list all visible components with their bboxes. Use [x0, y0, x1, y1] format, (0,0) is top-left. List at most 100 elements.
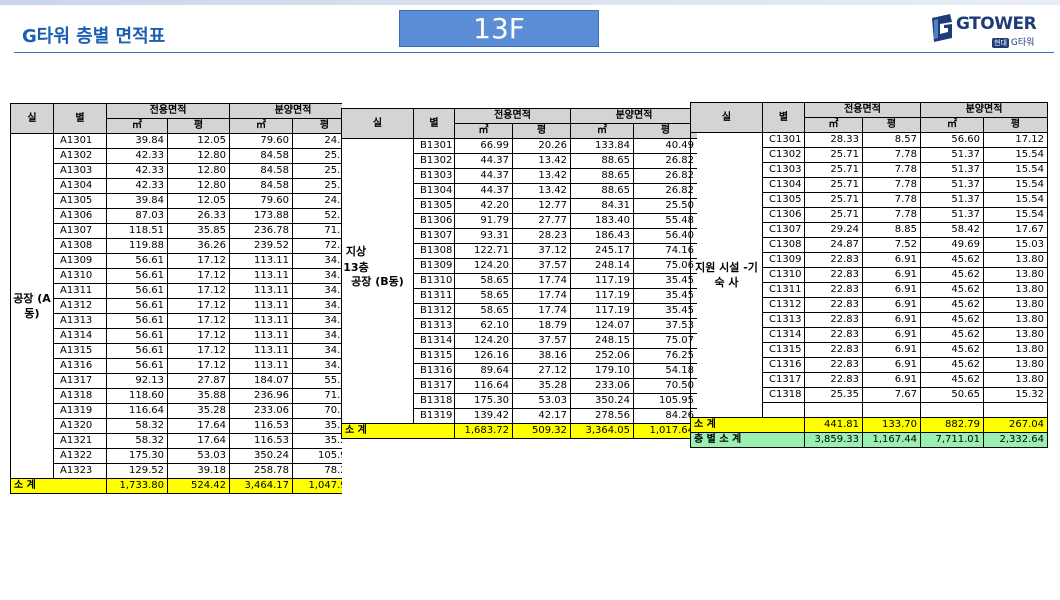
area-value-cell: 44.37: [454, 168, 513, 184]
area-value-cell: 113.11: [229, 253, 293, 269]
area-value-cell: 78.28: [292, 463, 342, 479]
subtotal-value: 1,047.96: [292, 478, 342, 494]
area-value-cell: 116.53: [229, 433, 293, 449]
area-value-cell: 24.87: [804, 237, 863, 253]
area-table-a-grid: 실 별 전용면적 분양면적 ㎡ 평 ㎡ 평 공장 (A동) A1301 39.84 12.05 79.6…: [10, 103, 342, 494]
area-value-cell: 39.18: [167, 463, 230, 479]
area-value-cell: 25.35: [804, 387, 863, 403]
area-value-cell: 12.05: [167, 133, 230, 149]
area-value-cell: 15.54: [983, 177, 1048, 193]
area-value-cell: 45.62: [920, 267, 984, 283]
area-table-b-grid: 실 별 전용면적 분양면적 ㎡ 평 ㎡ 평 공장 (B동) B1301 66.99 20.26 133.…: [341, 108, 697, 439]
area-value-cell: 45.62: [920, 342, 984, 358]
area-value-cell: 8.85: [862, 222, 921, 238]
unit-id-cell: A1309: [53, 253, 107, 269]
area-value-cell: 71.63: [292, 223, 342, 239]
header-row: 실 별 전용면적 분양면적: [690, 102, 1048, 133]
area-value-cell: 13.80: [983, 357, 1048, 373]
area-value-cell: 133.84: [570, 138, 634, 154]
area-value-cell: 45.62: [920, 252, 984, 268]
unit-id-cell: B1310: [413, 273, 455, 289]
area-value-cell: 124.07: [570, 318, 634, 334]
area-value-cell: 84.58: [229, 178, 293, 194]
area-value-cell: 25.59: [292, 163, 342, 179]
header-exclusive-area: 전용면적: [106, 103, 230, 119]
area-value-cell: 179.10: [570, 363, 634, 379]
unit-id-cell: C1317: [762, 372, 805, 388]
area-value-cell: 25.71: [804, 147, 863, 163]
area-value-cell: 122.71: [454, 243, 513, 259]
area-value-cell: 22.83: [804, 327, 863, 343]
area-value-cell: 117.19: [570, 273, 634, 289]
area-value-cell: 56.40: [633, 228, 697, 244]
area-value-cell: 37.53: [633, 318, 697, 334]
unit-id-cell: C1310: [762, 267, 805, 283]
unit-id-cell: C1301: [762, 132, 805, 148]
area-value-cell: 6.91: [862, 282, 921, 298]
area-value-cell: 6.91: [862, 327, 921, 343]
unit-id-cell: C1318: [762, 387, 805, 403]
subtotal-value: 133.70: [862, 417, 921, 433]
unit-id-cell: B1302: [413, 153, 455, 169]
table-row: A131056.6117.12113.1134.22: [11, 268, 342, 284]
area-value-cell: 13.80: [983, 327, 1048, 343]
area-value-cell: 45.62: [920, 282, 984, 298]
area-value-cell: 113.11: [229, 343, 293, 359]
subtotal-label: 소 계: [690, 417, 805, 433]
unit-id-cell: B1311: [413, 288, 455, 304]
unit-id-cell: C1307: [762, 222, 805, 238]
area-value-cell: 17.12: [983, 132, 1048, 148]
subtotal-label: 소 계: [341, 423, 455, 439]
area-value-cell: 56.61: [106, 268, 168, 284]
area-value-cell: 51.37: [920, 147, 984, 163]
area-value-cell: 29.24: [804, 222, 863, 238]
area-value-cell: 6.91: [862, 297, 921, 313]
area-table-c-grid: 실 별 전용면적 분양면적 ㎡ 평 ㎡ 평 지원 시설 -기숙 사 C1301 28.33 8.57 5…: [690, 102, 1048, 448]
header-row: 실 별 전용면적 분양면적: [10, 103, 342, 134]
area-value-cell: 22.83: [804, 297, 863, 313]
area-value-cell: 58.65: [454, 273, 513, 289]
table-row: A132158.3217.64116.5335.25: [11, 433, 342, 449]
area-value-cell: 15.54: [983, 192, 1048, 208]
unit-id-cell: A1318: [53, 388, 107, 404]
area-value-cell: 70.50: [633, 378, 697, 394]
table-row: A130687.0326.33173.8852.60: [11, 208, 342, 224]
area-value-cell: 7.78: [862, 147, 921, 163]
area-value-cell: 45.62: [920, 312, 984, 328]
area-value-cell: 7.78: [862, 207, 921, 223]
area-value-cell: 34.22: [292, 298, 342, 314]
area-value-cell: 248.14: [570, 258, 634, 274]
area-value-cell: 113.11: [229, 358, 293, 374]
area-value-cell: 6.91: [862, 267, 921, 283]
area-value-cell: 12.05: [167, 193, 230, 209]
header-unit-pyeong: 평: [512, 123, 571, 139]
subtotal-row: 소 계1,733.80524.423,464.171,047.96: [10, 478, 342, 494]
unit-id-cell: B1315: [413, 348, 455, 364]
subtotal-value: 441.81: [804, 417, 863, 433]
area-value-cell: 13.42: [512, 168, 571, 184]
area-value-cell: 52.60: [292, 208, 342, 224]
area-value-cell: 248.15: [570, 333, 634, 349]
area-value-cell: 25.71: [804, 162, 863, 178]
unit-id-cell: B1304: [413, 183, 455, 199]
area-value-cell: 56.61: [106, 358, 168, 374]
area-value-cell: 17.74: [512, 273, 571, 289]
area-value-cell: 84.26: [633, 408, 697, 424]
unit-id-cell: A1316: [53, 358, 107, 374]
subtotal-value: 1,733.80: [106, 478, 168, 494]
area-value-cell: 113.11: [229, 283, 293, 299]
header-unit-sqm: ㎡: [106, 118, 168, 134]
area-value-cell: 92.13: [106, 373, 168, 389]
area-value-cell: 34.22: [292, 358, 342, 374]
area-value-cell: 56.61: [106, 328, 168, 344]
area-value-cell: 25.59: [292, 178, 342, 194]
area-value-cell: 28.23: [512, 228, 571, 244]
area-value-cell: 278.56: [570, 408, 634, 424]
area-value-cell: 13.80: [983, 252, 1048, 268]
area-value-cell: 233.06: [570, 378, 634, 394]
area-value-cell: 34.22: [292, 328, 342, 344]
area-value-cell: 53.03: [512, 393, 571, 409]
table-b-cropped-top: [345, 100, 695, 106]
area-value-cell: 7.67: [862, 387, 921, 403]
table-row: A1319116.6435.28233.0670.50: [11, 403, 342, 419]
